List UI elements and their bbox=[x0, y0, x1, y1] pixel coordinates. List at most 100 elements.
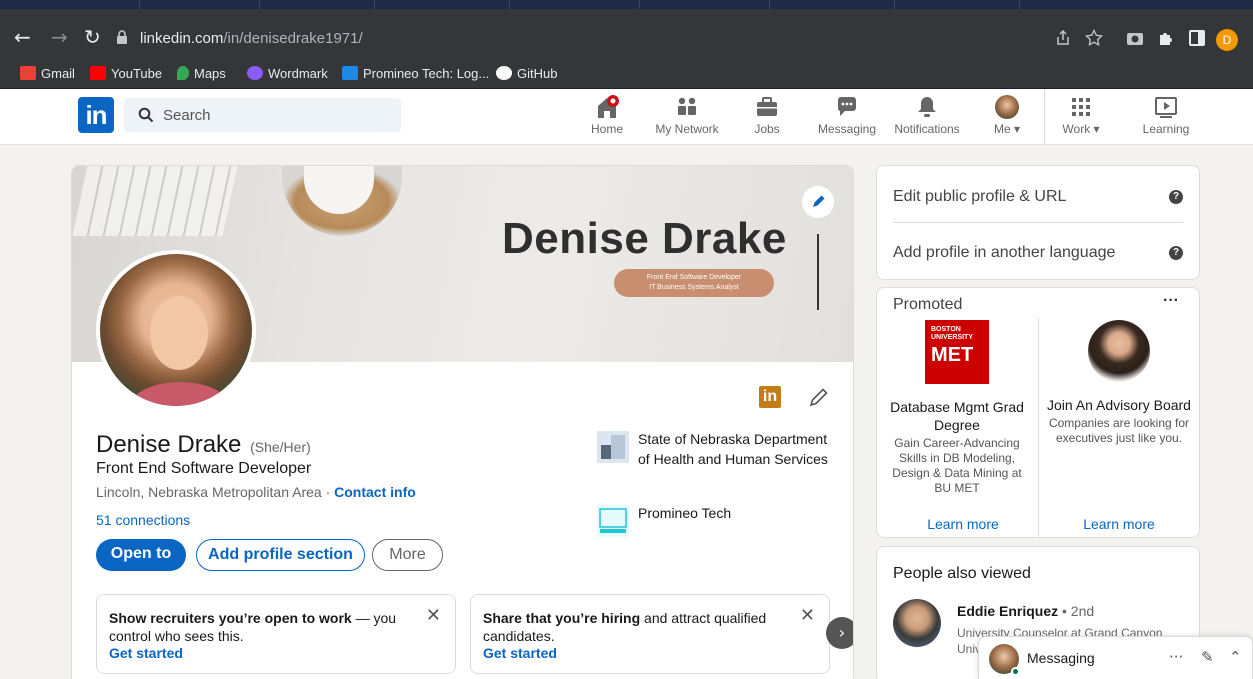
side-panel-icon[interactable] bbox=[1188, 29, 1206, 47]
nav-label: Learning bbox=[1142, 122, 1190, 136]
nav-my-network[interactable]: My Network bbox=[647, 95, 727, 136]
browser-tab[interactable] bbox=[770, 0, 895, 9]
bookmark-label: Maps bbox=[194, 66, 226, 81]
address-bar[interactable]: linkedin.com/in/denisedrake1971/ bbox=[116, 26, 1206, 50]
more-options-icon[interactable]: ··· bbox=[1169, 648, 1183, 666]
online-status-dot bbox=[1011, 667, 1020, 676]
chevron-up-icon[interactable]: ⌃ bbox=[1229, 648, 1242, 666]
bookmark-gmail[interactable]: Gmail bbox=[20, 66, 75, 82]
linkedin-badge-icon[interactable]: in bbox=[759, 386, 781, 408]
back-arrow-icon[interactable]: ← bbox=[14, 27, 31, 47]
open-to-work-card[interactable]: Show recruiters you’re open to work — yo… bbox=[96, 594, 456, 674]
gmail-icon bbox=[20, 66, 36, 80]
more-options-icon[interactable]: ··· bbox=[1163, 292, 1179, 310]
bookmark-label: YouTube bbox=[111, 66, 163, 81]
browser-tab[interactable] bbox=[0, 0, 140, 9]
edit-intro-pencil-icon[interactable] bbox=[808, 386, 830, 408]
nav-messaging[interactable]: Messaging bbox=[807, 95, 887, 136]
browser-tab[interactable] bbox=[375, 0, 510, 9]
bookmark-github[interactable]: GitHub bbox=[496, 66, 557, 82]
connection-degree: • 2nd bbox=[1058, 603, 1095, 619]
profile-photo[interactable] bbox=[96, 250, 256, 410]
profile-top-card: Denise Drake Front End Software Develope… bbox=[71, 165, 854, 679]
search-placeholder: Search bbox=[163, 107, 211, 124]
profile-photo-face bbox=[150, 296, 208, 370]
bookmark-label: Promineo Tech: Log... bbox=[363, 66, 490, 81]
browser-tab[interactable] bbox=[640, 0, 770, 9]
add-language-profile-link[interactable]: Add profile in another language ? bbox=[893, 244, 1183, 262]
get-started-link[interactable]: Get started bbox=[109, 645, 183, 661]
close-icon[interactable]: ✕ bbox=[426, 605, 441, 626]
search-input[interactable]: Search bbox=[124, 98, 401, 132]
nav-label: Jobs bbox=[754, 122, 780, 136]
ad-description: Gain Career-Advancing Skills in DB Model… bbox=[892, 436, 1022, 495]
card-message-bold: Share that you’re hiring bbox=[483, 610, 641, 626]
edit-public-profile-link[interactable]: Edit public profile & URL ? bbox=[893, 188, 1183, 206]
linkedin-logo-icon[interactable]: in bbox=[78, 97, 114, 133]
help-icon[interactable]: ? bbox=[1169, 190, 1183, 204]
bookmark-promineo[interactable]: Promineo Tech: Log... bbox=[342, 66, 489, 82]
bookmarks-bar: Gmail YouTube Maps Wordmark Promineo Tec… bbox=[0, 59, 1253, 89]
connections-link[interactable]: 51 connections bbox=[96, 512, 190, 528]
nav-jobs[interactable]: Jobs bbox=[727, 95, 807, 136]
maps-icon bbox=[177, 66, 189, 80]
me-avatar bbox=[995, 95, 1019, 119]
browser-tab-strip[interactable] bbox=[0, 0, 1253, 9]
close-icon[interactable]: ✕ bbox=[800, 605, 815, 626]
nav-label: My Network bbox=[655, 122, 719, 136]
person-name[interactable]: Eddie Enriquez • 2nd bbox=[957, 603, 1094, 619]
nav-notifications[interactable]: Notifications bbox=[887, 95, 967, 136]
experience-org-link[interactable]: State of Nebraska Department of Health a… bbox=[597, 429, 828, 491]
carousel-next-icon[interactable]: › bbox=[826, 617, 853, 649]
card-message: Share that you’re hiring and attract qua… bbox=[483, 609, 783, 645]
browser-tab[interactable] bbox=[140, 0, 260, 9]
ad-description: Companies are looking for executives jus… bbox=[1048, 416, 1190, 445]
help-icon[interactable]: ? bbox=[1169, 246, 1183, 260]
browser-tab[interactable] bbox=[260, 0, 375, 9]
browser-profile-avatar[interactable]: D bbox=[1216, 29, 1238, 51]
browser-tab[interactable] bbox=[895, 0, 1020, 9]
add-profile-section-button[interactable]: Add profile section bbox=[196, 539, 365, 571]
star-icon[interactable] bbox=[1085, 29, 1103, 47]
advisory-board-photo bbox=[1088, 320, 1150, 382]
get-started-link[interactable]: Get started bbox=[483, 645, 557, 661]
forward-arrow-icon[interactable]: → bbox=[51, 27, 68, 47]
card-message-bold: Show recruiters you’re open to work bbox=[109, 610, 352, 626]
bookmark-label: Wordmark bbox=[268, 66, 328, 81]
pencil-icon bbox=[813, 195, 825, 207]
messaging-overlay-bar[interactable]: Messaging ··· ✎ ⌃ bbox=[978, 636, 1253, 679]
edit-banner-button[interactable] bbox=[802, 186, 834, 218]
nav-me[interactable]: Me ▾ bbox=[967, 95, 1047, 136]
bookmark-maps[interactable]: Maps bbox=[177, 66, 226, 82]
profile-name-text: Denise Drake bbox=[96, 431, 242, 458]
more-button[interactable]: More bbox=[372, 539, 443, 571]
bell-icon bbox=[918, 97, 936, 117]
location-text: Lincoln, Nebraska Metropolitan Area · bbox=[96, 484, 335, 500]
bookmark-youtube[interactable]: YouTube bbox=[90, 66, 162, 82]
hiring-card[interactable]: Share that you’re hiring and attract qua… bbox=[470, 594, 830, 674]
open-to-button[interactable]: Open to bbox=[96, 539, 186, 571]
education-org-link[interactable]: Promineo Tech bbox=[597, 503, 827, 539]
learn-more-link[interactable]: Learn more bbox=[883, 516, 1043, 532]
promoted-ad[interactable]: BOSTON UNIVERSITY MET Database Mgmt Grad… bbox=[877, 318, 1037, 496]
lock-icon bbox=[117, 30, 127, 44]
extensions-puzzle-icon[interactable] bbox=[1157, 29, 1175, 47]
nav-home[interactable]: Home bbox=[567, 95, 647, 136]
compose-icon[interactable]: ✎ bbox=[1201, 648, 1214, 666]
promoted-ad[interactable]: Join An Advisory Board Companies are loo… bbox=[1039, 318, 1199, 446]
nav-work[interactable]: Work ▾ bbox=[1041, 95, 1121, 136]
profile-photo-shirt bbox=[130, 382, 230, 406]
learn-more-link[interactable]: Learn more bbox=[1039, 516, 1199, 532]
bu-logo-small-text: BOSTON UNIVERSITY bbox=[931, 326, 974, 341]
share-icon[interactable] bbox=[1054, 29, 1072, 47]
profile-pronouns: (She/Her) bbox=[250, 439, 311, 455]
person-avatar[interactable] bbox=[893, 599, 941, 647]
org-name: Promineo Tech bbox=[638, 505, 732, 521]
camera-extension-icon[interactable] bbox=[1126, 29, 1144, 47]
reload-icon[interactable]: ↻ bbox=[84, 27, 101, 47]
browser-toolbar: ← → ↻ linkedin.com/in/denisedrake1971/ D bbox=[0, 9, 1253, 59]
nav-learning[interactable]: Learning bbox=[1126, 95, 1206, 136]
browser-tab[interactable] bbox=[510, 0, 640, 9]
contact-info-link[interactable]: Contact info bbox=[334, 484, 416, 500]
bookmark-wordmark[interactable]: Wordmark bbox=[247, 66, 328, 82]
